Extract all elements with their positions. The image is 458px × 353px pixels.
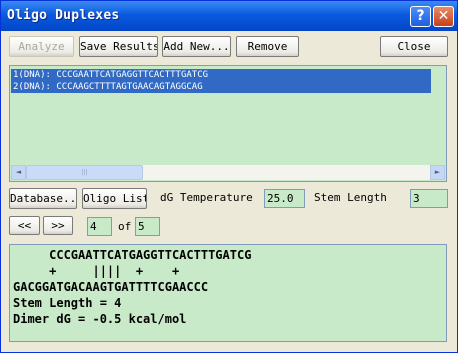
oligo-duplexes-window: Oligo Duplexes ? ✕ Analyze Save Results …: [0, 0, 458, 353]
close-button[interactable]: Close: [380, 36, 448, 57]
pairing-line: + |||| + +: [13, 264, 180, 278]
duplex-output-panel: CCCGAATTCATGAGGTTCACTTTGATCG + |||| + + …: [9, 244, 447, 342]
database-button[interactable]: Database...: [9, 188, 77, 209]
stem-length-label: Stem Length: [314, 191, 387, 204]
scroll-left-arrow-icon[interactable]: ◄: [11, 165, 26, 180]
analyze-button[interactable]: Analyze: [9, 36, 74, 57]
top-strand-line: CCCGAATTCATGAGGTTCACTTTGATCG: [13, 248, 252, 262]
sequence-item[interactable]: 1(DNA): CCCGAATTCATGAGGTTCACTTTGATCG: [11, 69, 431, 81]
oligo-list-button[interactable]: Oligo List: [82, 188, 147, 209]
horizontal-scrollbar[interactable]: ◄ ||| ►: [11, 165, 445, 180]
add-new-button[interactable]: Add New...: [162, 36, 231, 57]
next-button[interactable]: >>: [43, 216, 73, 235]
scroll-right-arrow-icon[interactable]: ►: [430, 165, 445, 180]
current-index-field[interactable]: 4: [87, 217, 112, 236]
save-results-button[interactable]: Save Results: [79, 36, 158, 57]
previous-button[interactable]: <<: [9, 216, 40, 235]
stem-length-field[interactable]: 3: [410, 189, 448, 208]
dg-temperature-label: dG Temperature: [160, 191, 253, 204]
of-label: of: [118, 220, 132, 233]
scroll-thumb[interactable]: |||: [26, 165, 143, 180]
oligo-sequence-list[interactable]: 1(DNA): CCCGAATTCATGAGGTTCACTTTGATCG 2(D…: [9, 65, 447, 182]
help-button[interactable]: ?: [410, 6, 431, 27]
remove-button[interactable]: Remove: [236, 36, 299, 57]
window-close-button[interactable]: ✕: [433, 6, 454, 27]
sequence-item[interactable]: 2(DNA): CCCAAGCTTTTAGTGAACAGTAGGCAG: [11, 81, 431, 93]
dg-temperature-field[interactable]: 25.0: [264, 189, 305, 208]
window-title: Oligo Duplexes: [7, 8, 120, 23]
bottom-strand-line: GACGGATGACAAGTGATTTTCGAACCC: [13, 280, 209, 294]
stem-length-result: Stem Length = 4: [13, 296, 122, 310]
total-count-field: 5: [135, 217, 160, 236]
dimer-dg-result: Dimer dG = -0.5 kcal/mol: [13, 312, 187, 326]
title-bar[interactable]: Oligo Duplexes ? ✕: [1, 1, 457, 31]
